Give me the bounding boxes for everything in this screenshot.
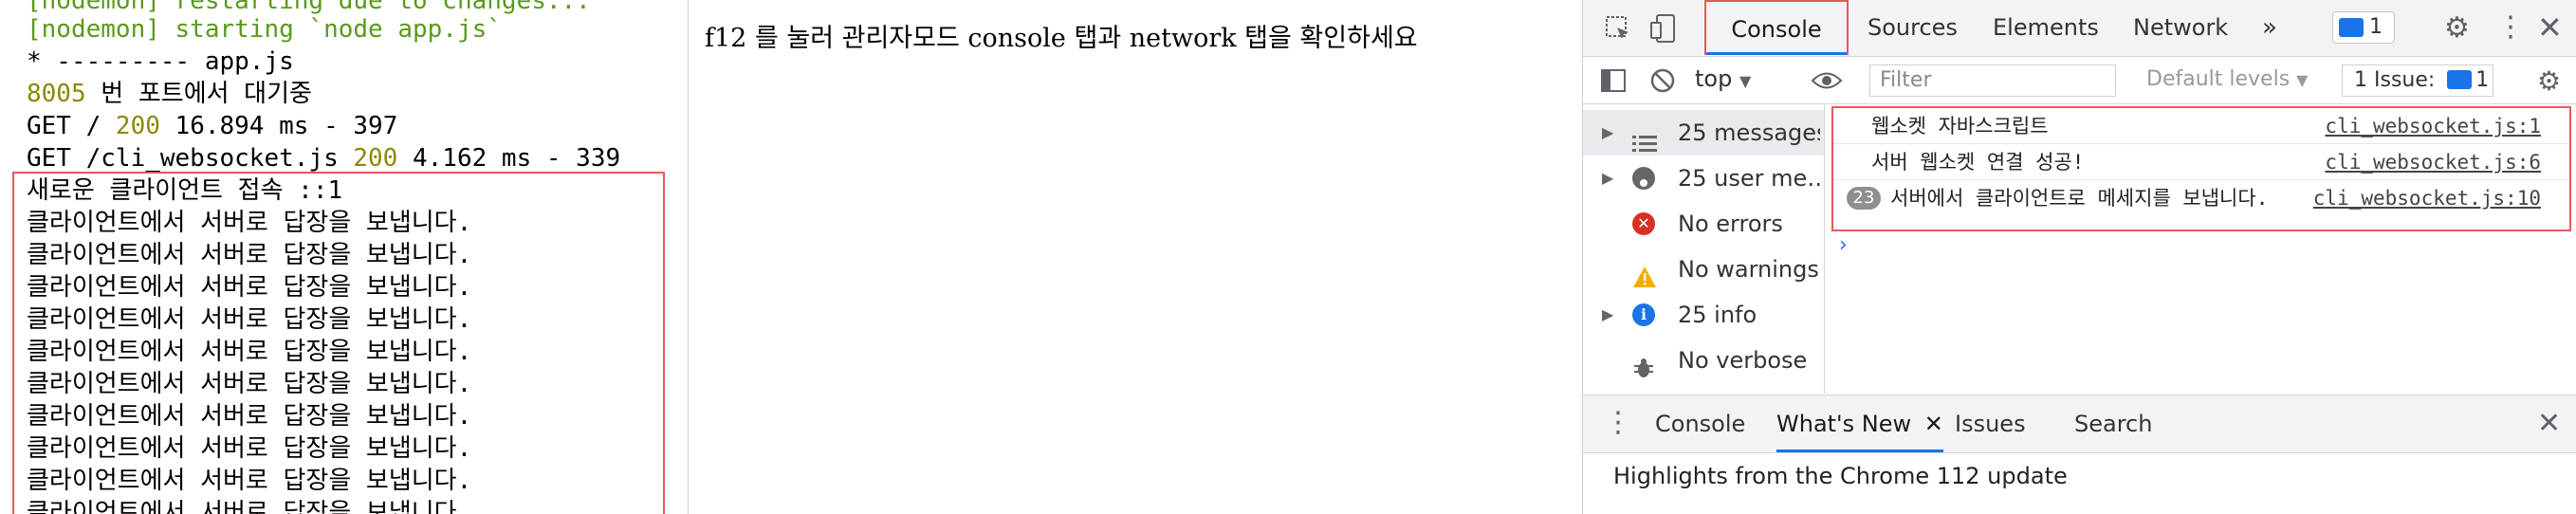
drawer-tab-console[interactable]: Console <box>1655 395 1745 452</box>
drawer-menu-icon[interactable]: ⋮ <box>1604 409 1632 437</box>
messages-badge[interactable]: 1 <box>2332 11 2395 44</box>
drawer-tab-search[interactable]: Search <box>2074 395 2152 452</box>
list-icon <box>1632 123 1657 152</box>
messages-badge-count: 1 <box>2369 15 2383 39</box>
message-icon <box>2339 18 2364 37</box>
tab-sources[interactable]: Sources <box>1868 0 1958 55</box>
issue-icon <box>2447 70 2473 89</box>
log-levels-dropdown[interactable]: Default levels ▼ <box>2146 69 2308 90</box>
user-icon <box>1632 167 1655 193</box>
close-tab-icon[interactable]: ✕ <box>1924 411 1943 437</box>
sidebar-item-errors[interactable]: ✕ No errors <box>1583 201 1824 247</box>
browser-page: f12 를 눌러 관리자모드 console 탭과 network 탭을 확인하… <box>690 0 1582 514</box>
console-message[interactable]: 웹소켓 자바스크립트 cli_websocket.js:1 <box>1833 108 2569 144</box>
port-number: 8005 <box>27 80 86 108</box>
sidebar-item-label: No warnings <box>1678 256 1819 283</box>
sidebar-item-label: No verbose <box>1678 347 1808 374</box>
sidebar-item-label: 25 info <box>1678 302 1757 328</box>
drawer-tab-bar: ⋮ Console What's New ✕ Issues Search ✕ <box>1583 395 2576 453</box>
expand-arrow-icon[interactable]: ▶ <box>1602 292 1613 338</box>
sidebar-item-label: 25 user me… <box>1678 165 1820 192</box>
tab-elements[interactable]: Elements <box>1993 0 2099 55</box>
close-devtools-icon[interactable]: ✕ <box>2537 12 2563 43</box>
issues-button[interactable]: 1 Issue: 1 <box>2342 64 2493 97</box>
sidebar-item-info[interactable]: ▶ i 25 info <box>1583 292 1824 338</box>
console-messages-area[interactable]: 웹소켓 자바스크립트 cli_websocket.js:1 서버 웹소켓 연결 … <box>1826 104 2576 394</box>
terminal-panel[interactable]: [nodemon] restarting due to changes... [… <box>0 0 689 514</box>
sidebar-item-warnings[interactable]: No warnings <box>1583 247 1824 292</box>
warning-icon <box>1632 258 1656 287</box>
sidebar-item-messages[interactable]: ▶ 25 messages <box>1583 110 1824 156</box>
message-text: 서버 웹소켓 연결 성공! <box>1871 151 2085 174</box>
terminal-line: * --------- app.js <box>27 47 294 76</box>
console-sidebar: ▶ 25 messages ▶ 25 user me… ✕ No errors … <box>1583 104 1825 394</box>
message-source-link[interactable]: cli_websocket.js:6 <box>2325 144 2541 180</box>
active-tab-indicator <box>1706 52 1847 55</box>
more-options-icon[interactable]: ⋮ <box>2496 13 2525 42</box>
devtools-tab-bar: Console Sources Elements Network » 1 ⚙ ⋮… <box>1583 0 2576 57</box>
tab-console-label: Console <box>1731 16 1822 43</box>
sidebar-item-label: No errors <box>1678 211 1783 237</box>
terminal-highlight-box <box>12 172 665 514</box>
tab-network[interactable]: Network <box>2133 0 2228 55</box>
sidebar-item-user-messages[interactable]: ▶ 25 user me… <box>1583 156 1824 201</box>
terminal-line: [nodemon] starting `node app.js` <box>27 15 502 44</box>
verbose-bug-icon <box>1632 349 1655 377</box>
expand-arrow-icon[interactable]: ▶ <box>1602 110 1613 156</box>
error-icon: ✕ <box>1632 212 1655 235</box>
log-levels-label: Default levels <box>2146 67 2291 91</box>
live-expression-eye-icon[interactable] <box>1811 70 1843 96</box>
dropdown-arrow-icon: ▼ <box>2296 71 2309 89</box>
console-message[interactable]: 23 서버에서 클라이언트로 메세지를 보냅니다. cli_websocket.… <box>1833 180 2569 216</box>
message-text: 웹소켓 자바스크립트 <box>1871 115 2049 138</box>
context-selector[interactable]: top ▼ <box>1695 67 1751 90</box>
device-toolbar-icon[interactable] <box>1649 13 1678 48</box>
issues-count: 1 <box>2475 68 2490 92</box>
console-settings-gear-icon[interactable]: ⚙ <box>2537 68 2561 95</box>
console-prompt-icon[interactable]: › <box>1839 233 1848 257</box>
tab-console[interactable]: Console <box>1704 0 1849 55</box>
console-message[interactable]: 서버 웹소켓 연결 성공! cli_websocket.js:6 <box>1833 144 2569 180</box>
whats-new-heading: Highlights from the Chrome 112 update <box>1613 463 2068 489</box>
terminal-line: GET /cli_websocket.js 200 4.162 ms - 339 <box>27 144 621 173</box>
close-drawer-icon[interactable]: ✕ <box>2537 410 2561 438</box>
drawer-tab-label: What's New <box>1776 411 1912 437</box>
drawer-tab-issues[interactable]: Issues <box>1955 395 2026 452</box>
more-tabs-button[interactable]: » <box>2262 0 2277 55</box>
context-label: top <box>1695 65 1733 92</box>
settings-gear-icon[interactable]: ⚙ <box>2444 14 2470 43</box>
terminal-line: 8005 번 포트에서 대기중 <box>27 80 312 108</box>
page-instruction-text: f12 를 눌러 관리자모드 console 탭과 network 탭을 확인하… <box>705 24 1418 53</box>
message-source-link[interactable]: cli_websocket.js:1 <box>2325 108 2541 144</box>
dropdown-arrow-icon: ▼ <box>1739 72 1752 90</box>
message-source-link[interactable]: cli_websocket.js:10 <box>2313 180 2541 216</box>
console-filter-input[interactable]: Filter <box>1869 64 2116 97</box>
sidebar-item-label: 25 messages <box>1678 119 1820 146</box>
console-filter-bar: top ▼ Filter Default levels ▼ 1 Issue: 1… <box>1583 57 2576 104</box>
sidebar-item-verbose[interactable]: No verbose <box>1583 338 1824 383</box>
inspect-element-icon[interactable] <box>1604 14 1632 47</box>
clear-console-icon[interactable] <box>1649 67 1676 99</box>
repeat-count-badge: 23 <box>1847 187 1881 210</box>
sidebar-toggle-icon[interactable] <box>1600 68 1627 98</box>
drawer-tab-whats-new[interactable]: What's New ✕ <box>1776 395 1943 452</box>
info-icon: i <box>1632 303 1655 326</box>
terminal-line: GET / 200 16.894 ms - 397 <box>27 112 398 140</box>
drawer-content: Highlights from the Chrome 112 update <box>1583 453 2576 514</box>
message-text: 서버에서 클라이언트로 메세지를 보냅니다. <box>1890 187 2269 210</box>
expand-arrow-icon[interactable]: ▶ <box>1602 156 1613 201</box>
issues-label: 1 Issue: <box>2354 68 2436 92</box>
console-highlight-box: 웹소켓 자바스크립트 cli_websocket.js:1 서버 웹소켓 연결 … <box>1831 106 2571 231</box>
devtools-panel: Console Sources Elements Network » 1 ⚙ ⋮… <box>1582 0 2576 514</box>
